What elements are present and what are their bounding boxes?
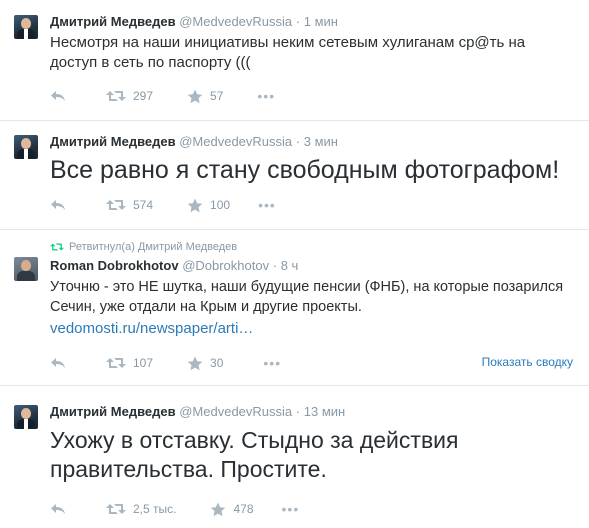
favorite-button[interactable]: 100 <box>187 198 230 213</box>
tweet-text: Уточню - это НЕ шутка, наши будущие пенс… <box>50 279 564 315</box>
retweet-button[interactable]: 107 <box>106 356 153 370</box>
tweet[interactable]: Ретвитнул(а) Дмитрий Медведев Roman Dobr… <box>0 230 589 386</box>
favorite-button[interactable]: 478 <box>210 502 254 517</box>
reply-icon <box>51 200 65 210</box>
tweet[interactable]: Дмитрий Медведев @MedvedevRussia · 3 мин… <box>0 121 589 230</box>
favorite-count: 478 <box>233 502 254 516</box>
retweet-context: Ретвитнул(а) Дмитрий Медведев <box>50 230 575 254</box>
separator-dot: · <box>295 404 301 419</box>
more-button[interactable]: ••• <box>258 197 276 213</box>
favorite-count: 30 <box>210 356 224 370</box>
tweet-time[interactable]: 1 мин <box>304 14 338 29</box>
tweet[interactable]: Дмитрий Медведев @MedvedevRussia · 13 ми… <box>0 386 589 528</box>
more-icon: ••• <box>257 88 276 104</box>
author-username[interactable]: @MedvedevRussia <box>179 404 292 419</box>
separator-dot: · <box>295 14 301 29</box>
favorite-star-icon <box>187 89 203 103</box>
favorite-star-icon <box>211 502 226 516</box>
tweet-header: Дмитрий Медведев @MedvedevRussia · 3 мин <box>50 121 575 150</box>
tweet-time[interactable]: 8 ч <box>281 258 299 273</box>
tweet-actions: 297 57 ••• <box>50 88 275 104</box>
retweet-count: 574 <box>133 198 154 212</box>
reply-icon <box>51 504 65 514</box>
favorite-star-icon <box>187 356 203 370</box>
favorite-button[interactable]: 57 <box>187 89 223 104</box>
author-name[interactable]: Roman Dobrokhotov <box>50 258 179 273</box>
tweet-actions: 574 100 ••• <box>50 197 276 213</box>
avatar[interactable] <box>14 135 38 159</box>
tweet-header: Дмитрий Медведев @MedvedevRussia · 1 мин <box>50 0 575 30</box>
retweet-icon <box>106 91 126 101</box>
retweet-icon <box>106 200 126 210</box>
author-username[interactable]: @MedvedevRussia <box>179 14 292 29</box>
retweet-button[interactable]: 574 <box>106 198 153 212</box>
more-button[interactable]: ••• <box>257 88 276 104</box>
more-icon: ••• <box>258 197 276 213</box>
retweet-icon <box>106 504 126 514</box>
tweet-actions: 2,5 тыс. 478 ••• <box>50 501 299 517</box>
tweet-header: Дмитрий Медведев @MedvedevRussia · 13 ми… <box>50 386 575 420</box>
tweet-text: Ухожу в отставку. Стыдно за действия пра… <box>50 427 459 482</box>
author-name[interactable]: Дмитрий Медведев <box>50 14 176 29</box>
tweet-link[interactable]: vedomosti.ru/newspaper/arti… <box>50 319 575 339</box>
tweet-actions: 107 30 ••• <box>50 355 281 371</box>
more-button[interactable]: ••• <box>281 501 300 517</box>
author-username[interactable]: @Dobrokhotov <box>182 258 269 273</box>
author-name[interactable]: Дмитрий Медведев <box>50 404 176 419</box>
more-icon: ••• <box>263 355 282 371</box>
favorite-star-icon <box>187 198 203 212</box>
tweet[interactable]: Дмитрий Медведев @MedvedevRussia · 1 мин… <box>0 0 589 121</box>
avatar[interactable] <box>14 15 38 39</box>
tweet-text: Все равно я стану свободным фотографом! <box>50 156 560 184</box>
tweet-time[interactable]: 13 мин <box>304 404 345 419</box>
retweet-button[interactable]: 2,5 тыс. <box>106 502 176 516</box>
separator-dot: · <box>272 258 278 273</box>
more-icon: ••• <box>281 501 300 517</box>
retweet-button[interactable]: 297 <box>106 89 153 103</box>
avatar[interactable] <box>14 257 38 281</box>
retweet-count: 107 <box>133 356 154 370</box>
reply-icon <box>51 358 65 368</box>
tweet-text: Несмотря на наши инициативы неким сетевы… <box>50 34 526 71</box>
retweet-context-label[interactable]: Ретвитнул(а) Дмитрий Медведев <box>69 240 237 254</box>
expand-summary-link[interactable]: Показать сводку <box>482 355 573 369</box>
reply-icon <box>51 91 65 101</box>
tweet-header: Roman Dobrokhotov @Dobrokhotov · 8 ч <box>50 254 575 274</box>
favorite-button[interactable]: 30 <box>187 356 223 371</box>
retweet-count: 2,5 тыс. <box>133 502 177 516</box>
favorite-count: 57 <box>210 89 224 103</box>
timeline: Дмитрий Медведев @MedvedevRussia · 1 мин… <box>0 0 589 528</box>
reply-button[interactable] <box>50 356 66 370</box>
retweet-count: 297 <box>133 89 154 103</box>
avatar[interactable] <box>14 405 38 429</box>
reply-button[interactable] <box>50 502 66 516</box>
author-username[interactable]: @MedvedevRussia <box>179 134 292 149</box>
tweet-time[interactable]: 3 мин <box>304 134 338 149</box>
reply-button[interactable] <box>50 89 66 103</box>
separator-dot: · <box>295 134 301 149</box>
author-name[interactable]: Дмитрий Медведев <box>50 134 176 149</box>
reply-button[interactable] <box>50 198 66 212</box>
favorite-count: 100 <box>210 198 231 212</box>
retweet-icon <box>50 243 64 251</box>
more-button[interactable]: ••• <box>263 355 282 371</box>
retweet-icon <box>106 358 126 368</box>
